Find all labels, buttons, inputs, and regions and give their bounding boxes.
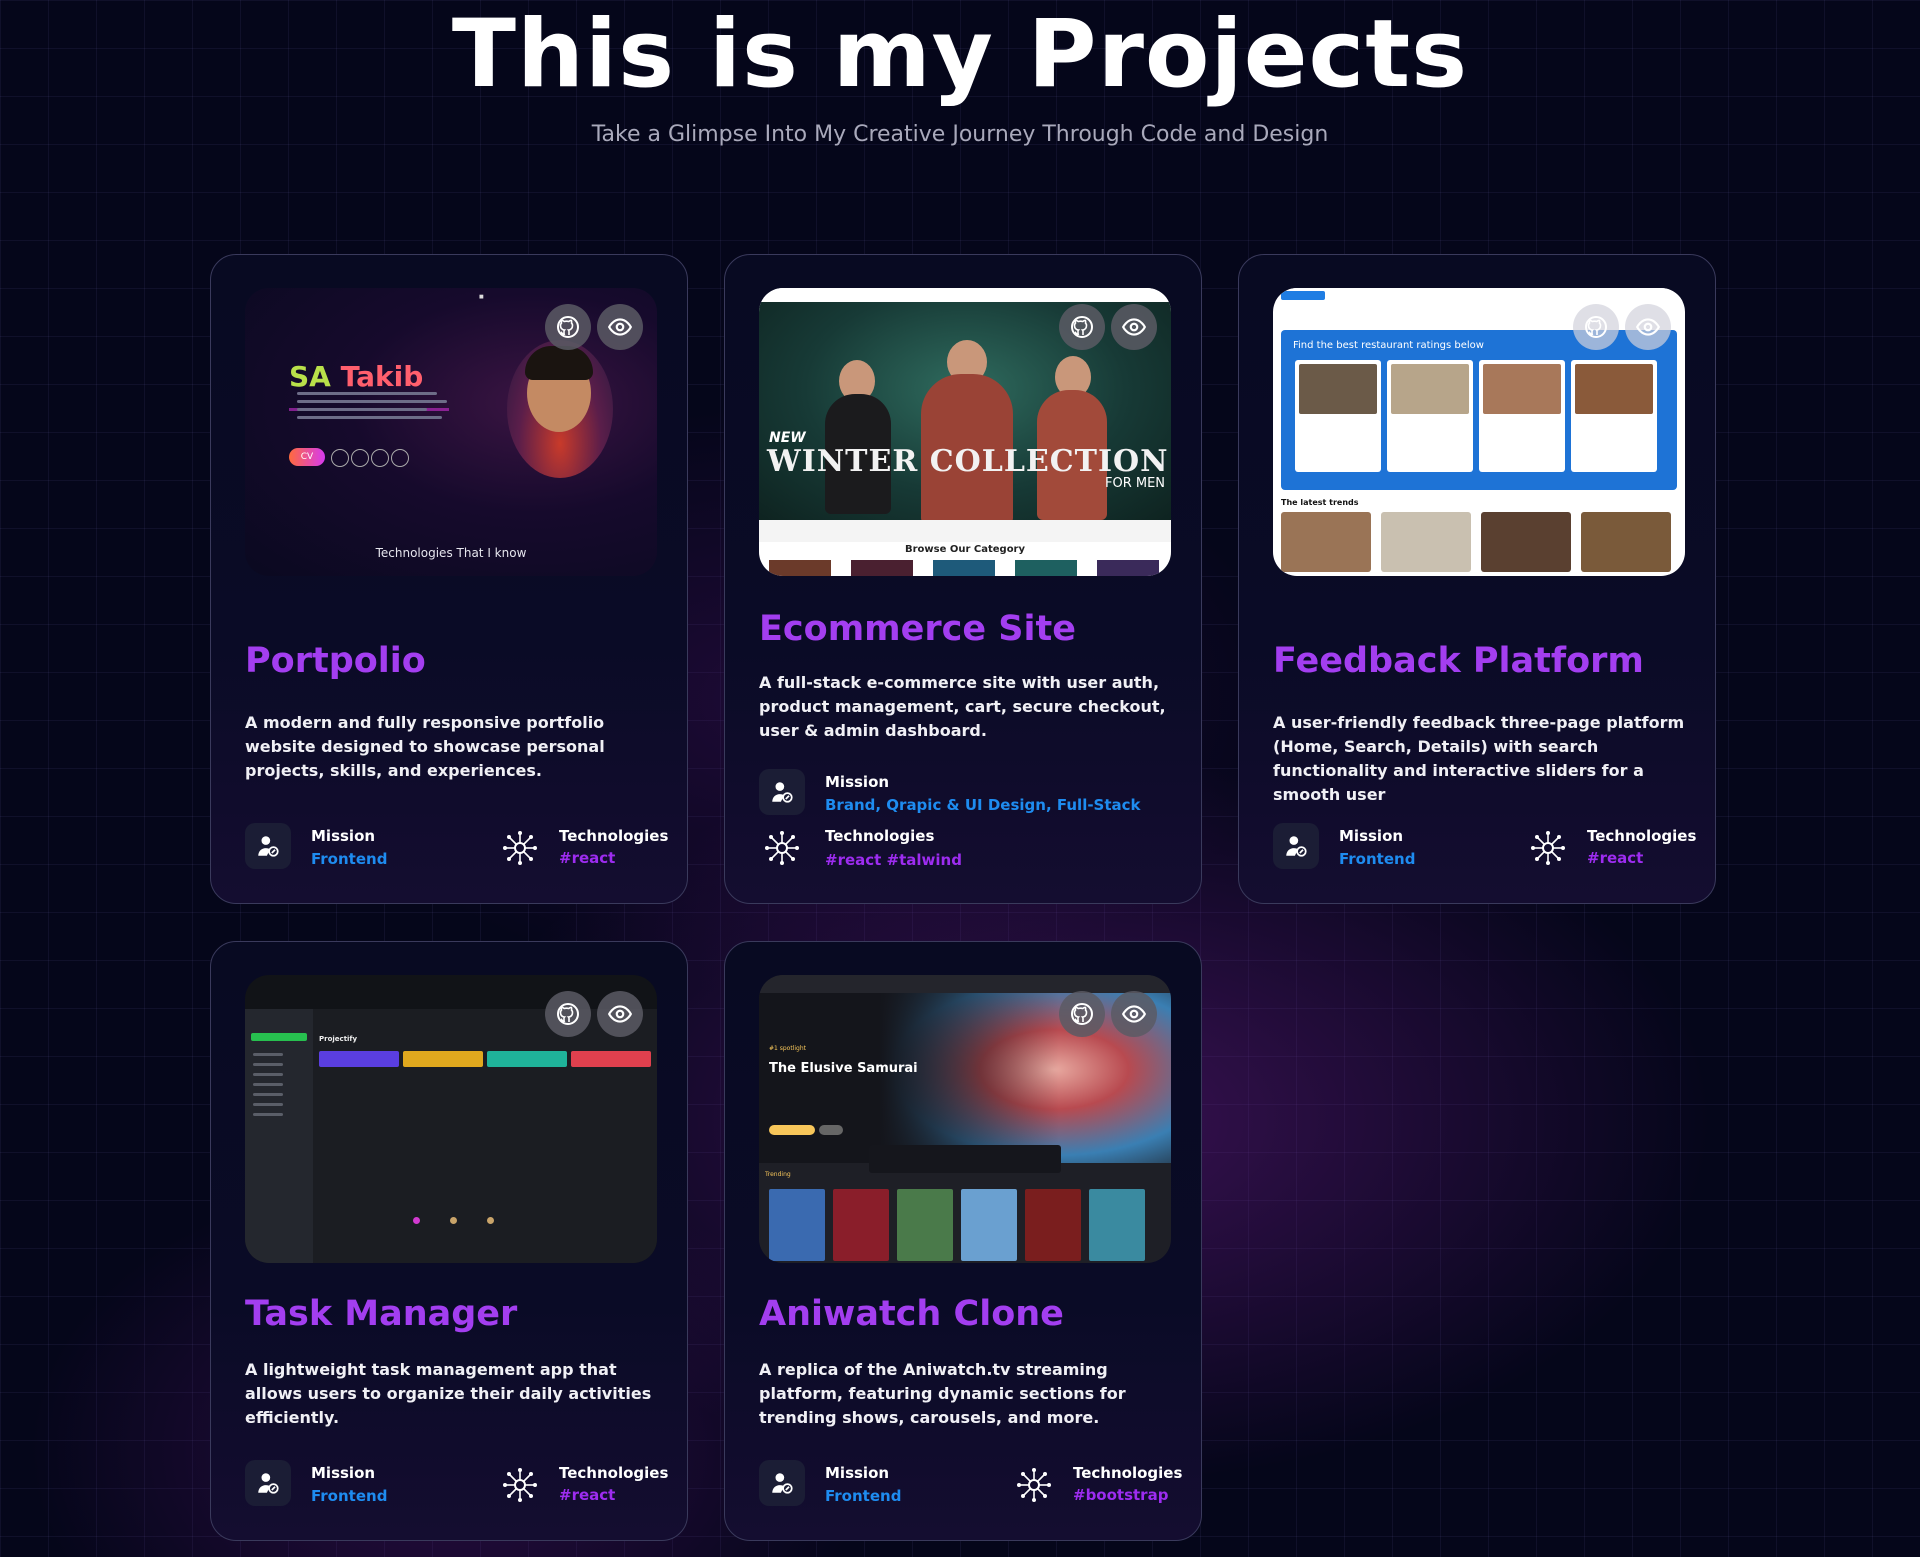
- circuit-hub-icon: [1531, 831, 1565, 865]
- mission-label: Mission: [825, 773, 890, 791]
- project-card-aniwatch: #1 spotlight The Elusive Samurai Trendin…: [724, 941, 1202, 1541]
- mission-label: Mission: [311, 1464, 376, 1482]
- project-description: A modern and fully responsive portfolio …: [245, 713, 605, 780]
- technologies-label: Technologies: [559, 827, 669, 845]
- technologies-label: Technologies: [1587, 827, 1697, 845]
- live-preview-button[interactable]: [1625, 304, 1671, 350]
- preview-browse-label: Browse Our Category: [904, 544, 1026, 555]
- project-title: Ecommerce Site: [759, 609, 1076, 649]
- preview-cv-badge: CV: [289, 448, 325, 466]
- eye-icon: [607, 1005, 633, 1023]
- mission-label: Mission: [825, 1464, 890, 1482]
- project-description: A full-stack e-commerce site with user a…: [759, 673, 1166, 740]
- github-button[interactable]: [545, 991, 591, 1037]
- technologies-value: #bootstrap: [1073, 1486, 1169, 1504]
- github-button[interactable]: [1059, 304, 1105, 350]
- technologies-value: #react: [1587, 849, 1644, 867]
- github-icon: [1071, 1003, 1093, 1025]
- preview-name: SA Takib: [289, 360, 424, 393]
- project-card-portfolio: ■ SA Takib CV Technologies That I know P…: [210, 254, 688, 904]
- project-description: A lightweight task management app that a…: [245, 1360, 652, 1427]
- project-preview-portfolio: ■ SA Takib CV Technologies That I know: [245, 288, 657, 576]
- github-icon: [557, 1003, 579, 1025]
- eye-icon: [607, 318, 633, 336]
- project-card-ecommerce: NEW WINTER COLLECTION FOR MEN Browse Our…: [724, 254, 1202, 904]
- preview-spotlight: #1 spotlight: [769, 1045, 807, 1052]
- project-card-feedback: Find the best restaurant ratings below T…: [1238, 254, 1716, 904]
- github-icon: [557, 316, 579, 338]
- project-title: Portpolio: [245, 641, 426, 681]
- technologies-value: #react #talwind: [825, 851, 962, 869]
- mission-value: Frontend: [311, 1487, 388, 1505]
- preview-app-title: Projectify: [319, 1035, 358, 1043]
- preview-subline: FOR MEN: [1105, 476, 1166, 491]
- technologies-label: Technologies: [1073, 1464, 1183, 1482]
- technologies-label: Technologies: [559, 1464, 669, 1482]
- user-edit-icon: [258, 836, 279, 857]
- preview-trending-label: Trending: [765, 1171, 791, 1178]
- eye-icon: [1635, 318, 1661, 336]
- project-preview-feedback: Find the best restaurant ratings below T…: [1273, 288, 1685, 576]
- live-preview-button[interactable]: [597, 304, 643, 350]
- github-icon: [1585, 316, 1607, 338]
- mission-value: Frontend: [1339, 850, 1416, 868]
- preview-show-title: The Elusive Samurai: [769, 1061, 918, 1076]
- page-subtitle: Take a Glimpse Into My Creative Journey …: [591, 122, 1329, 147]
- user-edit-icon: [772, 782, 793, 803]
- mission-value: Brand, Qrapic & UI Design, Full-Stack: [825, 796, 1141, 814]
- preview-banner: Find the best restaurant ratings below: [1293, 340, 1484, 351]
- circuit-hub-icon: [1017, 1468, 1051, 1502]
- live-preview-button[interactable]: [1111, 991, 1157, 1037]
- project-title: Aniwatch Clone: [759, 1294, 1064, 1334]
- preview-caption: Technologies That I know: [375, 546, 527, 560]
- mission-value: Frontend: [825, 1487, 902, 1505]
- page-title: This is my Projects: [451, 0, 1469, 109]
- project-preview-task-manager: Projectify: [245, 975, 657, 1263]
- technologies-value: #react: [559, 849, 616, 867]
- live-preview-button[interactable]: [1111, 304, 1157, 350]
- technologies-label: Technologies: [825, 827, 935, 845]
- github-button[interactable]: [1059, 991, 1105, 1037]
- eye-icon: [1121, 1005, 1147, 1023]
- preview-headline: WINTER COLLECTION: [767, 444, 1169, 479]
- project-description: A replica of the Aniwatch.tv streaming p…: [759, 1360, 1126, 1427]
- project-title: Feedback Platform: [1273, 641, 1644, 681]
- project-description: A user-friendly feedback three-page plat…: [1273, 713, 1685, 804]
- project-card-task-manager: Projectify Task Manager A lightweight ta…: [210, 941, 688, 1541]
- project-title: Task Manager: [245, 1294, 518, 1334]
- circuit-hub-icon: [503, 1468, 537, 1502]
- live-preview-button[interactable]: [597, 991, 643, 1037]
- github-button[interactable]: [1573, 304, 1619, 350]
- eye-icon: [1121, 318, 1147, 336]
- circuit-hub-icon: [503, 831, 537, 865]
- user-edit-icon: [772, 1473, 793, 1494]
- github-button[interactable]: [545, 304, 591, 350]
- circuit-hub-icon: [765, 831, 799, 865]
- mission-value: Frontend: [311, 850, 388, 868]
- user-edit-icon: [258, 1473, 279, 1494]
- preview-trends-label: The latest trends: [1281, 498, 1359, 507]
- mission-label: Mission: [311, 827, 376, 845]
- mission-label: Mission: [1339, 827, 1404, 845]
- project-preview-aniwatch: #1 spotlight The Elusive Samurai Trendin…: [759, 975, 1171, 1263]
- github-icon: [1071, 316, 1093, 338]
- user-edit-icon: [1286, 836, 1307, 857]
- technologies-value: #react: [559, 1486, 616, 1504]
- project-preview-ecommerce: NEW WINTER COLLECTION FOR MEN Browse Our…: [759, 288, 1171, 576]
